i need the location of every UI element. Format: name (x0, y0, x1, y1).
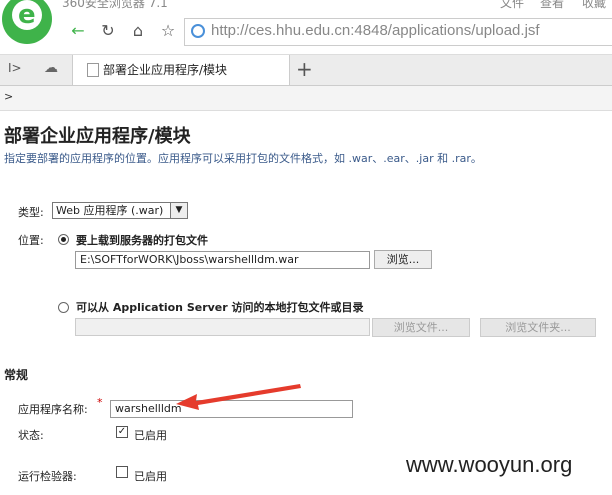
validator-checkbox[interactable] (116, 466, 128, 478)
browser-logo: e (2, 0, 52, 44)
url-path: :4848/applications/upload.jsf (350, 22, 540, 39)
cloud-icon[interactable]: ☁ (44, 60, 58, 76)
breadcrumb-bar: > (0, 86, 612, 111)
tab-bar: I> ☁ 部署企业应用程序/模块 + (0, 54, 612, 86)
type-label: 类型: (18, 206, 44, 219)
title-bar: e 360安全浏览器 7.1 文件 查看 收藏 ← ↻ ⌂ ☆ http://c… (0, 0, 612, 46)
watermark: www.wooyun.org (406, 452, 573, 477)
type-select-value: Web 应用程序 (.war) (56, 204, 164, 217)
breadcrumb[interactable]: > (4, 90, 13, 103)
location-label: 位置: (18, 234, 44, 247)
local-path-input[interactable] (75, 318, 370, 336)
app-name-label: 应用程序名称: (18, 403, 88, 416)
tab-label: 部署企业应用程序/模块 (103, 63, 228, 77)
browse-file-button[interactable]: 浏览文件... (372, 318, 470, 337)
refresh-icon[interactable]: ↻ (96, 20, 120, 42)
required-mark: * (97, 396, 103, 409)
status-label: 状态: (18, 429, 44, 442)
chevron-down-icon[interactable]: ▼ (170, 203, 187, 218)
browse-button[interactable]: 浏览... (374, 250, 432, 269)
address-bar[interactable]: http://ces.hhu.edu.cn:4848/applications/… (184, 18, 612, 46)
sidebar-toggle-icon[interactable]: I> (8, 61, 22, 75)
validator-checkbox-label: 已启用 (134, 470, 167, 483)
radio-local[interactable] (58, 302, 69, 313)
option-upload-label: 要上载到服务器的打包文件 (76, 234, 208, 247)
tab-active[interactable]: 部署企业应用程序/模块 (72, 55, 290, 85)
page-title: 部署企业应用程序/模块 (4, 126, 191, 147)
menu-view[interactable]: 查看 (540, 0, 564, 11)
upload-path-input[interactable]: E:\SOFTforWORK\Jboss\warshellldm.war (75, 251, 370, 269)
page-description: 指定要部署的应用程序的位置。应用程序可以采用打包的文件格式，如 .war、.ea… (4, 152, 482, 165)
option-local-label: 可以从 Application Server 访问的本地打包文件或目录 (76, 301, 364, 314)
status-checkbox-label: 已启用 (134, 429, 167, 442)
logo-letter: e (18, 0, 36, 30)
star-icon[interactable]: ☆ (156, 20, 180, 42)
globe-icon (191, 24, 205, 38)
new-tab-icon[interactable]: + (296, 57, 313, 81)
browse-folder-button[interactable]: 浏览文件夹... (480, 318, 596, 337)
browser-title: 360安全浏览器 7.1 (62, 0, 168, 10)
type-select[interactable]: Web 应用程序 (.war) ▼ (52, 202, 188, 219)
radio-upload[interactable] (58, 234, 69, 245)
url-domain: http://ces.hhu.edu.cn (211, 22, 351, 39)
menu-favorites[interactable]: 收藏 (582, 0, 606, 11)
annotation-arrow-shape (176, 384, 301, 410)
document-icon (87, 63, 99, 77)
menu-file[interactable]: 文件 (500, 0, 524, 11)
annotation-arrow-icon (176, 384, 301, 410)
back-icon[interactable]: ← (66, 20, 90, 42)
radio-selected-dot (61, 237, 66, 242)
section-general-heading: 常规 (4, 368, 29, 382)
status-checkbox[interactable]: ✓ (116, 426, 128, 438)
validator-label: 运行检验器: (18, 470, 77, 483)
home-icon[interactable]: ⌂ (126, 20, 150, 42)
address-text: http://ces.hhu.edu.cn:4848/applications/… (211, 22, 540, 39)
